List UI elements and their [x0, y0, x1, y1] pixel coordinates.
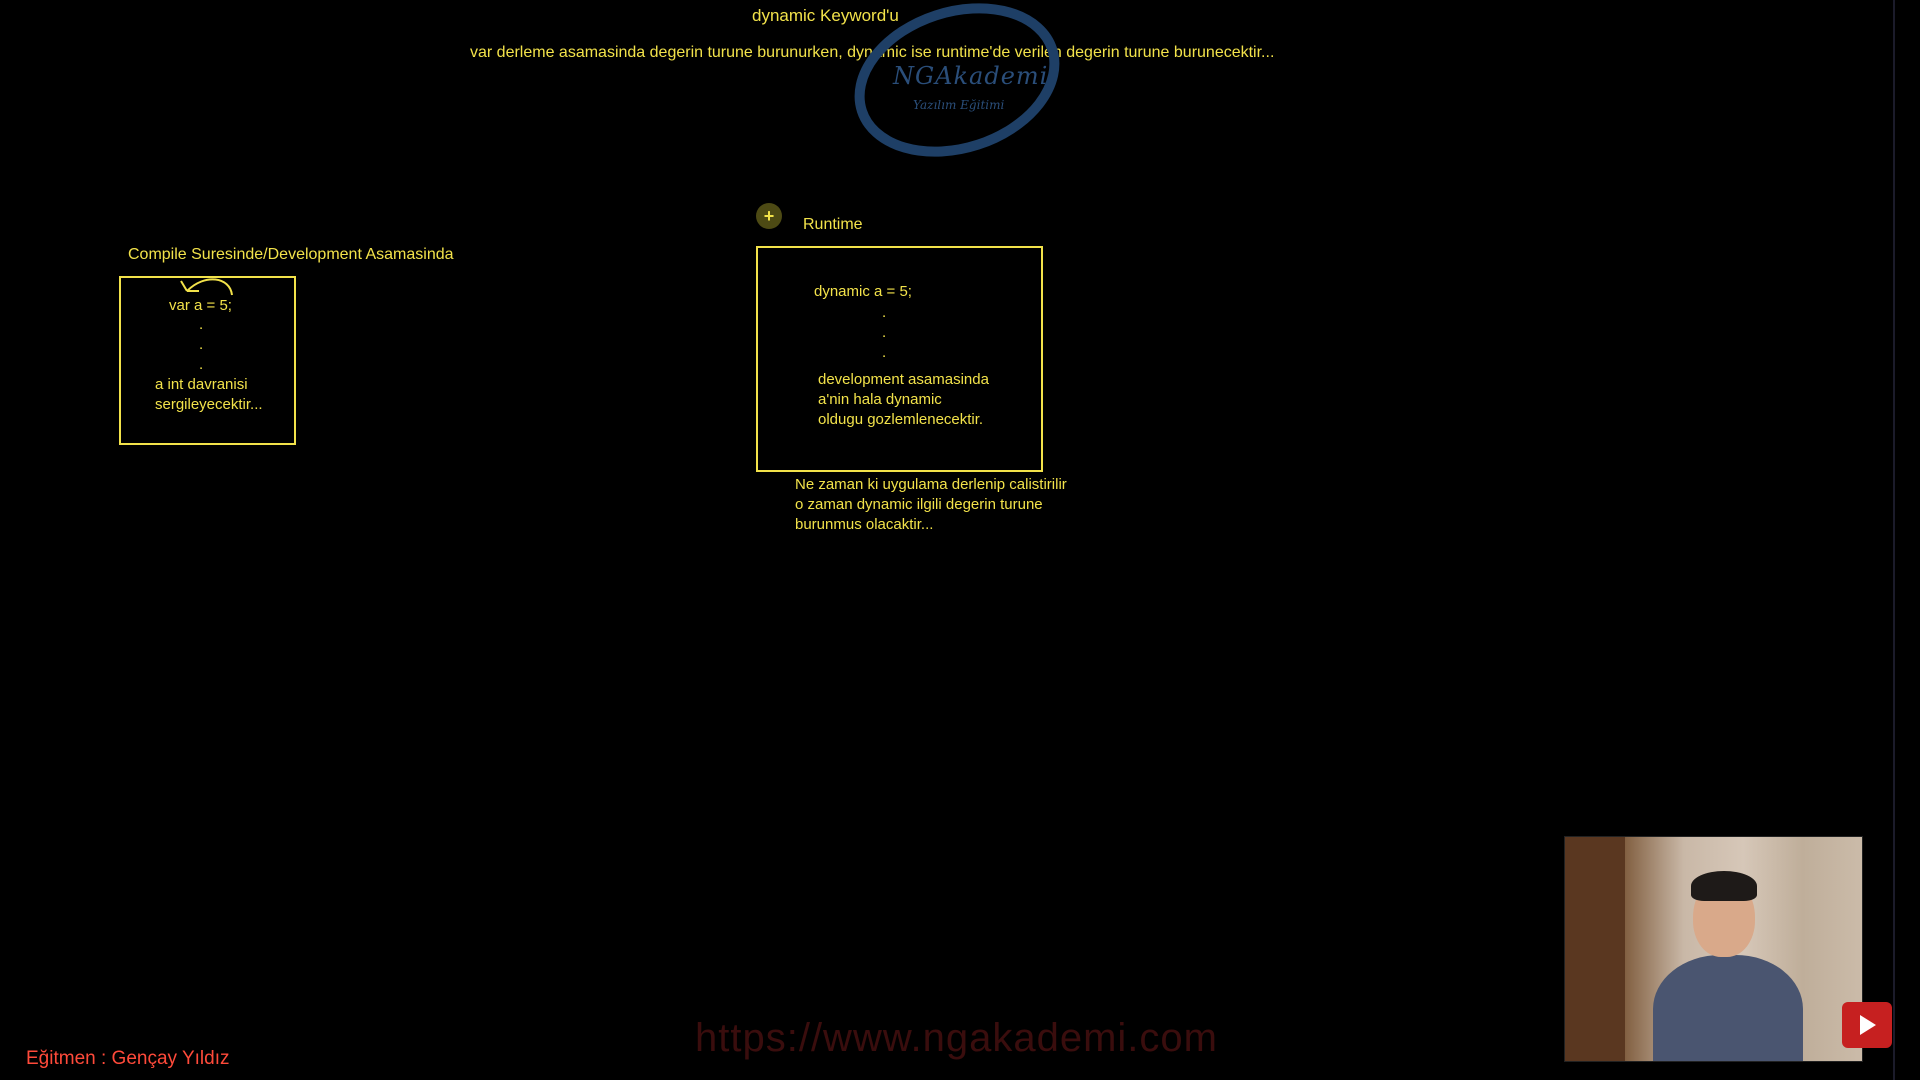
bookshelf	[1565, 837, 1625, 1061]
compile-dot: .	[199, 316, 204, 333]
slide-canvas: dynamic Keyword'u var derleme asamasinda…	[0, 0, 1920, 1080]
compile-code-line: var a = 5;	[169, 297, 232, 314]
compile-note-line: a int davranisi	[155, 376, 248, 393]
runtime-after-note-line: Ne zaman ki uygulama derlenip calistiril…	[795, 476, 1067, 493]
presenter-hair	[1691, 871, 1757, 901]
runtime-note-line: oldugu gozlemlenecektir.	[818, 411, 984, 428]
plus-icon[interactable]: +	[756, 203, 782, 229]
screen-edge-divider	[1893, 0, 1895, 1080]
logo-wordmark: NGAkademi	[893, 62, 1049, 90]
runtime-note-line: development asamasinda	[818, 371, 989, 388]
compile-dot: .	[199, 356, 204, 373]
runtime-dot: .	[882, 324, 887, 341]
youtube-play-icon[interactable]	[1842, 1002, 1892, 1048]
presenter-body	[1653, 955, 1803, 1061]
runtime-box	[756, 246, 1043, 472]
runtime-dot: .	[882, 304, 887, 321]
runtime-after-note-line: o zaman dynamic ilgili degerin turune	[795, 496, 1043, 513]
compile-note-line: sergileyecektir...	[155, 396, 263, 413]
play-triangle	[1860, 1015, 1876, 1035]
compile-section-label: Compile Suresinde/Development Asamasinda	[128, 246, 454, 263]
webcam-video	[1564, 836, 1863, 1062]
website-watermark: https://www.ngakademi.com	[695, 1016, 1218, 1060]
runtime-note-line: a'nin hala dynamic	[818, 391, 942, 408]
compile-dot: .	[199, 336, 204, 353]
runtime-after-note-line: burunmus olacaktir...	[795, 516, 934, 533]
runtime-section-label: Runtime	[803, 216, 863, 233]
logo-tagline: Yazılım Eğitimi	[913, 98, 1005, 112]
instructor-credit: Eğitmen : Gençay Yıldız	[26, 1048, 230, 1069]
runtime-dot: .	[882, 344, 887, 361]
runtime-code-line: dynamic a = 5;	[814, 283, 912, 300]
